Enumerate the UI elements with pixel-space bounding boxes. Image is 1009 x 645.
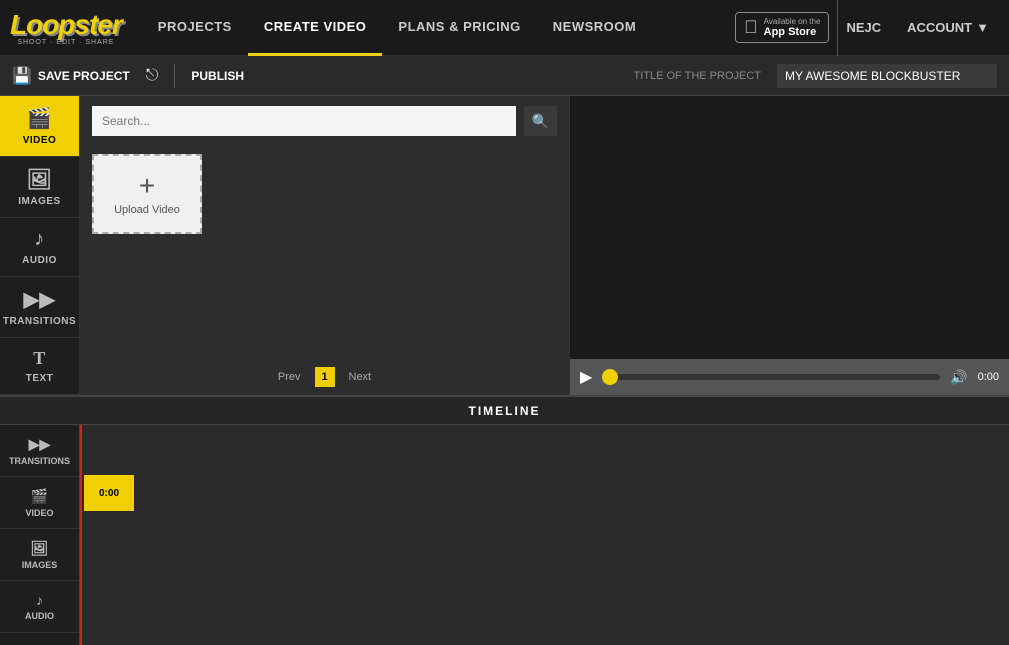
page-number[interactable]: 1 [315,367,335,387]
video-track-icon: 🎬 [31,488,48,505]
project-title-label: TITLE OF THE PROJECT [633,70,761,82]
timeline-needle [80,425,82,645]
export-icon[interactable]: ⎋ [146,67,159,85]
timeline-clip[interactable]: 0:00 [84,475,134,511]
nav-items: PROJECTS CREATE VIDEO PLANS & PRICING NE… [142,0,735,56]
publish-button[interactable]: PUBLISH [191,69,244,83]
nav-create-video[interactable]: CREATE VIDEO [248,0,383,56]
app-store-button[interactable]:  Available on the App Store [735,12,829,43]
audio-track-icon: ♪ [36,592,43,608]
nav-right:  Available on the App Store NEJC ACCOUN… [735,0,999,56]
transitions-track-icon: ▶▶ [29,436,51,453]
timeline-track-audio[interactable]: ♪ AUDIO [0,581,79,633]
timeline-body: ▶▶ TRANSITIONS 🎬 VIDEO 🖼 IMAGES ♪ AUDIO [0,425,1009,645]
timeline-content[interactable]: 0:00 [80,425,1009,645]
images-icon: 🖼 [27,167,53,192]
nav-newsroom[interactable]: NEWSROOM [537,0,652,56]
video-icon: 🎬 [27,106,52,131]
preview-screen [570,96,1009,359]
separator [174,64,175,88]
save-project-button[interactable]: 💾 SAVE PROJECT [12,66,130,86]
toolbar: 💾 SAVE PROJECT ⎋ PUBLISH TITLE OF THE PR… [0,56,1009,96]
audio-icon: ♪ [34,228,45,251]
apple-icon:  [744,17,758,38]
left-sidebar: 🎬 VIDEO 🖼 IMAGES ♪ AUDIO ▶▶ TRANSITIONS … [0,96,80,395]
media-grid: + Upload Video [80,146,569,359]
video-preview: ▶ 🔊 0:00 [569,96,1009,395]
upload-video-card[interactable]: + Upload Video [92,154,202,234]
timeline-track-transitions[interactable]: ▶▶ TRANSITIONS [0,425,79,477]
progress-bar[interactable] [602,374,940,380]
progress-knob[interactable] [602,369,618,385]
app-store-small-text: Available on the [764,17,821,26]
nav-projects[interactable]: PROJECTS [142,0,248,56]
search-button[interactable]: 🔍 [524,106,557,136]
logo-tagline: SHOOT · EDIT · SHARE [10,39,122,46]
images-track-icon: 🖼 [31,540,49,557]
sidebar-item-audio[interactable]: ♪ AUDIO [0,218,79,277]
sidebar-item-text[interactable]: T TEXT [0,338,79,395]
prev-button[interactable]: Prev [272,369,307,385]
timeline-header: TIMELINE [0,397,1009,425]
chevron-down-icon: ▼ [976,20,989,35]
plus-icon: + [139,172,155,200]
search-bar: 🔍 [80,96,569,146]
app-store-big-text: App Store [764,26,821,38]
preview-controls: ▶ 🔊 0:00 [570,359,1009,395]
search-input[interactable] [92,106,516,136]
volume-icon[interactable]: 🔊 [950,369,967,386]
top-nav: Loopster SHOOT · EDIT · SHARE PROJECTS C… [0,0,1009,56]
nav-account[interactable]: ACCOUNT ▼ [897,0,999,56]
save-icon: 💾 [12,66,32,86]
sidebar-item-transitions[interactable]: ▶▶ TRANSITIONS [0,277,79,338]
next-button[interactable]: Next [343,369,378,385]
project-title-input[interactable] [777,64,997,88]
transitions-icon: ▶▶ [24,287,56,312]
logo-text: Loopster [10,9,122,40]
nav-user[interactable]: NEJC [837,0,889,56]
time-display: 0:00 [978,371,999,383]
content-panel: 🔍 + Upload Video Prev 1 Next [80,96,569,395]
timeline-sidebar: ▶▶ TRANSITIONS 🎬 VIDEO 🖼 IMAGES ♪ AUDIO [0,425,80,645]
sidebar-item-images[interactable]: 🖼 IMAGES [0,157,79,218]
nav-plans-pricing[interactable]: PLANS & PRICING [382,0,536,56]
sidebar-item-video[interactable]: 🎬 VIDEO [0,96,79,157]
search-icon: 🔍 [532,113,549,129]
pagination: Prev 1 Next [80,359,569,395]
play-button[interactable]: ▶ [580,367,592,387]
app-store-text: Available on the App Store [764,17,821,38]
text-icon: T [33,348,46,369]
timeline-track-images[interactable]: 🖼 IMAGES [0,529,79,581]
timeline-track-video[interactable]: 🎬 VIDEO [0,477,79,529]
logo: Loopster SHOOT · EDIT · SHARE [10,9,122,46]
